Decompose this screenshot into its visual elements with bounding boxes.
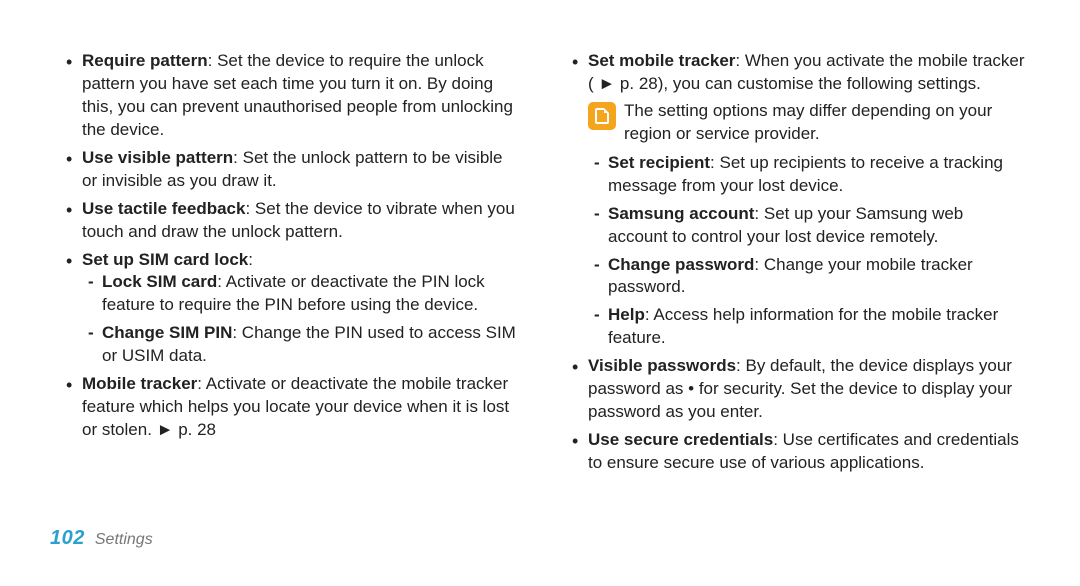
subitem-samsung-account: Samsung account: Set up your Samsung web…	[588, 203, 1026, 249]
subitem-change-sim-pin: Change SIM PIN: Change the PIN used to a…	[82, 322, 520, 368]
item-set-mobile-tracker: Set mobile tracker: When you activate th…	[566, 50, 1026, 96]
manual-page: Require pattern: Set the device to requi…	[0, 0, 1080, 586]
subitem-lock-sim-card: Lock SIM card: Activate or deactivate th…	[82, 271, 520, 317]
subitem-set-recipient: Set recipient: Set up recipients to rece…	[588, 152, 1026, 198]
label: Samsung account	[608, 204, 754, 223]
item-mobile-tracker: Mobile tracker: Activate or deactivate t…	[60, 373, 520, 442]
text: : Access help information for the mobile…	[608, 305, 998, 347]
label: Help	[608, 305, 645, 324]
item-set-up-sim-card-lock: Set up SIM card lock: Lock SIM card: Act…	[60, 249, 520, 369]
sim-lock-sublist: Lock SIM card: Activate or deactivate th…	[82, 271, 520, 368]
label: Set mobile tracker	[588, 51, 735, 70]
mobile-tracker-sublist: Set recipient: Set up recipients to rece…	[588, 152, 1026, 351]
label: Use secure credentials	[588, 430, 773, 449]
label: Change password	[608, 255, 754, 274]
label: Mobile tracker	[82, 374, 197, 393]
label: Set recipient	[608, 153, 710, 172]
note-row: The setting options may differ depending…	[588, 100, 1026, 146]
item-use-tactile-feedback: Use tactile feedback: Set the device to …	[60, 198, 520, 244]
page-footer: 102 Settings	[50, 525, 153, 552]
subitem-change-password: Change password: Change your mobile trac…	[588, 254, 1026, 300]
right-bullet-list-cont: Visible passwords: By default, the devic…	[566, 355, 1026, 475]
two-column-layout: Require pattern: Set the device to requi…	[60, 50, 1042, 480]
label: Visible passwords	[588, 356, 736, 375]
label: Use visible pattern	[82, 148, 233, 167]
item-visible-passwords: Visible passwords: By default, the devic…	[566, 355, 1026, 424]
section-title: Settings	[95, 529, 153, 551]
note-text: The setting options may differ depending…	[624, 100, 1026, 146]
item-require-pattern: Require pattern: Set the device to requi…	[60, 50, 520, 142]
note-icon	[588, 102, 616, 130]
label: Change SIM PIN	[102, 323, 232, 342]
label: Set up SIM card lock	[82, 250, 248, 269]
page-number: 102	[50, 525, 85, 552]
item-use-visible-pattern: Use visible pattern: Set the unlock patt…	[60, 147, 520, 193]
item-use-secure-credentials: Use secure credentials: Use certificates…	[566, 429, 1026, 475]
text: :	[248, 250, 253, 269]
right-column: Set mobile tracker: When you activate th…	[566, 50, 1026, 480]
right-bullet-list: Set mobile tracker: When you activate th…	[566, 50, 1026, 96]
label: Use tactile feedback	[82, 199, 245, 218]
left-bullet-list: Require pattern: Set the device to requi…	[60, 50, 520, 442]
label: Lock SIM card	[102, 272, 217, 291]
label: Require pattern	[82, 51, 208, 70]
left-column: Require pattern: Set the device to requi…	[60, 50, 520, 480]
subitem-help: Help: Access help information for the mo…	[588, 304, 1026, 350]
